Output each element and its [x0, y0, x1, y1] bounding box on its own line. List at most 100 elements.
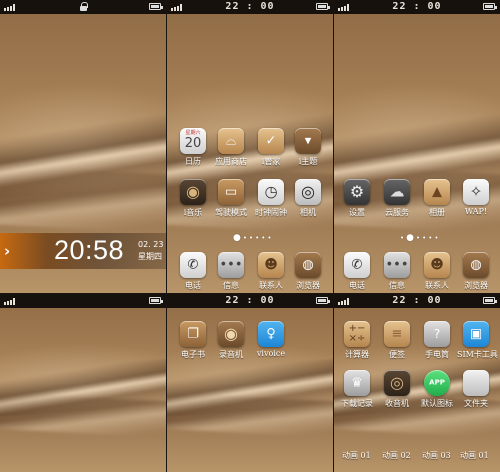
recorder-icon: ◉ — [218, 321, 244, 347]
app-icon: APP — [424, 370, 450, 396]
animation-tab[interactable]: 动画 02 — [382, 450, 411, 461]
app-label: 手电筒 — [425, 350, 449, 359]
app-label: 下载记录 — [341, 399, 373, 408]
app-cloud[interactable]: ☁ 云服务 — [378, 179, 416, 218]
compass-icon: ✧ — [463, 179, 489, 205]
app-vivoice[interactable]: ♀ vivoice — [252, 321, 290, 358]
status-time: 22 : 00 — [225, 1, 275, 12]
app-label: 日历 — [185, 157, 201, 166]
app-driving-mode[interactable]: ▭ 驾驶模式 — [212, 179, 250, 218]
app-label: WAP! — [464, 207, 488, 216]
calculator-icon: +− ×÷ — [344, 321, 370, 347]
weekday-text: 星期四 — [138, 252, 162, 261]
car-icon: ▭ — [218, 179, 244, 205]
message-icon: ••• — [384, 252, 410, 278]
flashlight-icon: ? — [424, 321, 450, 347]
app-label: 录音机 — [219, 350, 243, 359]
app-label: 便签 — [389, 350, 405, 359]
app-label: 时钟闹钟 — [255, 208, 287, 217]
app-music[interactable]: ◉ i音乐 — [174, 179, 212, 218]
app-flashlight[interactable]: ? 手电筒 — [418, 321, 456, 360]
microphone-icon: ♀ — [258, 321, 284, 347]
status-time: 22 : 00 — [392, 295, 442, 306]
app-label: 设置 — [349, 208, 365, 217]
status-time: 22 : 00 — [225, 295, 275, 306]
app-label: 联系人 — [425, 281, 449, 290]
app-camera[interactable]: ◎ 相机 — [289, 179, 327, 218]
app-recorder[interactable]: ◉ 录音机 — [212, 321, 250, 360]
calendar-icon: 星期六 20 — [180, 128, 206, 154]
folder-icon — [463, 370, 489, 396]
app-calculator[interactable]: +− ×÷ 计算器 — [338, 321, 376, 360]
sim-card-icon: ▣ — [463, 321, 489, 347]
app-label: 浏览器 — [464, 281, 488, 290]
app-iguanjia[interactable]: ✓ i管家 — [252, 128, 290, 167]
app-sim-tools[interactable]: ▣ SIM卡工具 — [457, 321, 498, 360]
message-icon: ••• — [218, 252, 244, 278]
animation-tab[interactable]: 动画 03 — [422, 450, 451, 461]
globe-icon: ◍ — [295, 252, 321, 278]
status-time: 22 : 00 — [392, 1, 442, 12]
home-page-3: 22 : 00 ❐ 电子书 ◉ 录音机 ♀ vivoice — [167, 294, 333, 472]
dock-contacts[interactable]: ☻ 联系人 — [252, 252, 290, 291]
calendar-weekday: 星期六 — [185, 130, 201, 136]
dock-phone[interactable]: ✆ 电话 — [174, 252, 212, 291]
status-bar: 22 : 00 — [167, 0, 333, 14]
dock-message[interactable]: ••• 信息 — [212, 252, 250, 291]
page-indicator: ●••••• — [233, 233, 274, 243]
app-notes[interactable]: ≡ 便签 — [378, 321, 416, 360]
app-default[interactable]: APP 默认图标 — [418, 370, 456, 409]
app-label: 信息 — [389, 281, 405, 290]
app-label: 联系人 — [259, 281, 283, 290]
app-radio[interactable]: ◎ 收音机 — [378, 370, 416, 409]
lock-icon — [80, 2, 88, 11]
signal-icon — [4, 298, 16, 305]
status-bar — [0, 0, 166, 14]
cloud-icon: ☁ — [384, 179, 410, 205]
status-bar — [0, 294, 166, 308]
crown-download-icon: ♛ — [344, 370, 370, 396]
dock-phone[interactable]: ✆ 电话 — [338, 252, 376, 291]
lockscreen-panel: › 20:58 02. 23 星期四 — [0, 0, 166, 293]
app-label: i管家 — [261, 157, 281, 166]
dock-browser[interactable]: ◍ 浏览器 — [457, 252, 495, 291]
screenshot-grid: › 20:58 02. 23 星期四 22 : 00 星期六 20 日历 ⌓ 应… — [0, 0, 500, 472]
wallpaper-panel — [0, 294, 166, 472]
app-clock[interactable]: ◷ 时钟闹钟 — [252, 179, 290, 218]
app-label: 默认图标 — [421, 399, 453, 408]
app-label: vivoice — [256, 349, 286, 358]
battery-icon — [483, 297, 497, 304]
animation-tab[interactable]: 动画 01 — [342, 450, 371, 461]
dock-browser[interactable]: ◍ 浏览器 — [289, 252, 327, 291]
app-label: 计算器 — [345, 350, 369, 359]
app-downloads[interactable]: ♛ 下载记录 — [338, 370, 376, 409]
app-store[interactable]: ⌓ 应用商店 — [212, 128, 250, 167]
radio-icon: ◎ — [384, 370, 410, 396]
status-bar: 22 : 00 — [334, 0, 500, 14]
calendar-day: 20 — [184, 136, 202, 151]
app-label: 相机 — [300, 208, 316, 217]
animation-tab[interactable]: 动画 01 — [460, 450, 489, 461]
home-page-4: 22 : 00 +− ×÷ 计算器 ≡ 便签 ? 手电筒 ▣ SIM卡工具 ♛ 下… — [334, 294, 500, 472]
dock-message[interactable]: ••• 信息 — [378, 252, 416, 291]
battery-icon — [149, 297, 163, 304]
shopping-bag-icon: ⌓ — [218, 128, 244, 154]
dock-contacts[interactable]: ☻ 联系人 — [418, 252, 456, 291]
chevron-right-icon[interactable]: › — [4, 242, 10, 260]
home-page-1: 22 : 00 星期六 20 日历 ⌓ 应用商店 ✓ i管家 ▾ i主题 ◉ i… — [167, 0, 333, 293]
date-text: 02. 23 — [138, 240, 164, 249]
app-calendar[interactable]: 星期六 20 日历 — [174, 128, 212, 167]
app-ebook[interactable]: ❐ 电子书 — [174, 321, 212, 360]
app-settings[interactable]: ⚙ 设置 — [338, 179, 376, 218]
app-gallery[interactable]: ▲ 相册 — [418, 179, 456, 218]
app-icon-text: APP — [429, 378, 445, 387]
app-folder[interactable]: 文件夹 — [457, 370, 495, 409]
lockscreen-time: 20:58 — [54, 235, 125, 265]
phone-icon: ✆ — [180, 252, 206, 278]
app-wap[interactable]: ✧ WAP! — [457, 179, 495, 216]
app-itheme[interactable]: ▾ i主题 — [289, 128, 327, 167]
battery-icon — [316, 3, 330, 10]
app-label: 电话 — [349, 281, 365, 290]
music-disc-icon: ◉ — [180, 179, 206, 205]
unlock-slider[interactable]: › 20:58 02. 23 星期四 — [0, 233, 166, 269]
